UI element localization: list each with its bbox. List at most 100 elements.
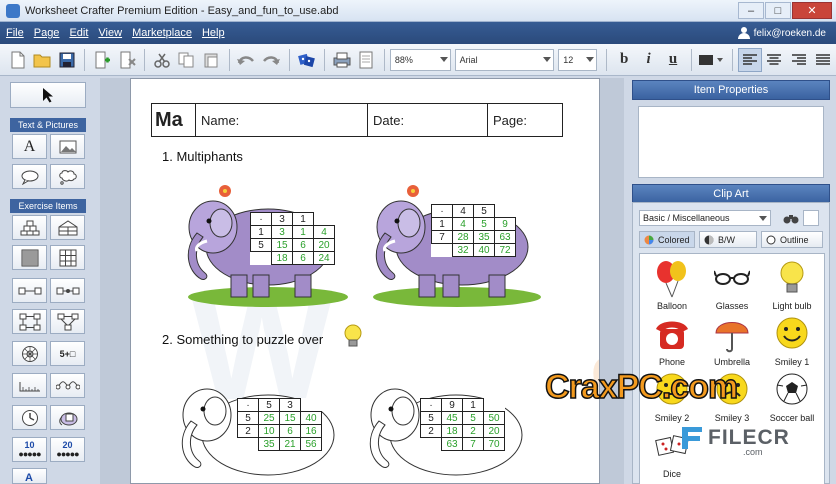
clock-tool-button[interactable] bbox=[12, 405, 47, 430]
clip-light-bulb[interactable]: Light bulb bbox=[762, 256, 822, 311]
grid-cell[interactable]: 18 bbox=[441, 424, 463, 438]
hundred-grid-tool-button[interactable] bbox=[12, 245, 47, 270]
grid-cell[interactable]: 6 bbox=[292, 251, 314, 265]
grid-cell[interactable]: 9 bbox=[441, 398, 463, 412]
new-document-button[interactable] bbox=[6, 48, 29, 72]
grid-cell[interactable]: 3 bbox=[279, 398, 301, 412]
number-line-tool-button[interactable] bbox=[50, 373, 85, 398]
clip-art-search-input[interactable] bbox=[803, 210, 819, 226]
grid-cell[interactable]: · bbox=[250, 212, 272, 226]
underline-button[interactable]: u bbox=[661, 48, 684, 72]
grid-cell[interactable]: 4 bbox=[452, 217, 474, 231]
grid-cell[interactable]: 35 bbox=[473, 230, 495, 244]
grid-cell[interactable]: 16 bbox=[300, 424, 322, 438]
menu-view[interactable]: View bbox=[98, 27, 122, 39]
grid-cell[interactable]: 3 bbox=[271, 225, 293, 239]
table-tool-button[interactable] bbox=[50, 245, 85, 270]
grid-cell[interactable] bbox=[495, 205, 516, 218]
grid-cell[interactable] bbox=[301, 399, 322, 412]
grid-cell[interactable]: 7 bbox=[431, 230, 453, 244]
align-right-button[interactable] bbox=[787, 48, 810, 72]
menu-page[interactable]: Page bbox=[34, 27, 60, 39]
dot-field-20-button[interactable]: 20 ●●●●● bbox=[50, 437, 85, 462]
grid-cell[interactable]: 1 bbox=[250, 225, 272, 239]
letter-tool-button[interactable]: A bbox=[12, 468, 47, 484]
grid-cell[interactable]: 5 bbox=[462, 411, 484, 425]
italic-button[interactable]: i bbox=[637, 48, 660, 72]
binoculars-icon[interactable] bbox=[783, 211, 799, 225]
ruler-tool-button[interactable] bbox=[12, 373, 47, 398]
minimize-button[interactable]: – bbox=[738, 2, 764, 19]
grid-cell[interactable]: 1 bbox=[292, 225, 314, 239]
thought-bubble-tool-button[interactable] bbox=[50, 164, 85, 189]
close-button[interactable]: ✕ bbox=[792, 2, 832, 19]
menu-marketplace[interactable]: Marketplace bbox=[132, 27, 192, 39]
grid-cell[interactable]: 28 bbox=[452, 230, 474, 244]
grid-cell[interactable]: 5 bbox=[473, 217, 495, 231]
multiplication-grid-2[interactable]: · 4 5 1 4 5 9 7 28 35 63 32 40 72 bbox=[431, 204, 516, 257]
align-left-button[interactable] bbox=[738, 47, 762, 72]
bold-button[interactable]: b bbox=[612, 48, 635, 72]
grid-cell[interactable]: 3 bbox=[271, 212, 293, 226]
mode-outline-button[interactable]: Outline bbox=[761, 231, 823, 248]
cut-button[interactable] bbox=[150, 48, 173, 72]
wheel-tool-button[interactable] bbox=[12, 341, 47, 366]
save-button[interactable] bbox=[55, 48, 78, 72]
dice-button[interactable] bbox=[295, 48, 318, 72]
grid-cell[interactable]: 4 bbox=[313, 225, 335, 239]
grid-cell[interactable]: 2 bbox=[237, 424, 259, 438]
grid-cell[interactable]: 4 bbox=[452, 204, 474, 218]
grid-cell[interactable]: · bbox=[431, 204, 453, 218]
grid-cell[interactable]: 10 bbox=[258, 424, 280, 438]
grid-cell[interactable]: 20 bbox=[483, 424, 505, 438]
grid-cell[interactable]: 32 bbox=[452, 243, 474, 257]
grid-cell[interactable]: 63 bbox=[494, 230, 516, 244]
grid-cell[interactable] bbox=[238, 438, 259, 451]
grid-cell[interactable] bbox=[421, 438, 442, 451]
clip-phone[interactable]: Phone bbox=[642, 312, 702, 367]
grid-cell[interactable]: · bbox=[237, 398, 259, 412]
grid-cell[interactable]: 5 bbox=[420, 411, 442, 425]
menu-file[interactable]: File bbox=[6, 27, 24, 39]
multiplication-grid-1[interactable]: · 3 1 1 3 1 4 5 15 6 20 18 6 24 bbox=[250, 212, 335, 265]
grid-cell[interactable]: 72 bbox=[494, 243, 516, 257]
mode-colored-button[interactable]: Colored bbox=[639, 231, 695, 248]
grid-cell[interactable]: 15 bbox=[271, 238, 293, 252]
zoom-select[interactable]: 88% bbox=[389, 48, 451, 71]
page-view-button[interactable] bbox=[354, 48, 377, 72]
picture-tool-button[interactable] bbox=[50, 134, 85, 159]
text-tool-button[interactable]: A bbox=[12, 134, 47, 159]
copy-button[interactable] bbox=[175, 48, 198, 72]
grid-cell[interactable]: 6 bbox=[279, 424, 301, 438]
grid-cell[interactable] bbox=[484, 399, 505, 412]
grid-cell[interactable]: 2 bbox=[420, 424, 442, 438]
dot-field-10-button[interactable]: 10 ●●●●● bbox=[12, 437, 47, 462]
arrow-chain-tool-button[interactable] bbox=[12, 278, 47, 303]
print-button[interactable] bbox=[330, 48, 353, 72]
grid-cell[interactable]: 6 bbox=[292, 238, 314, 252]
grid-cell[interactable]: 9 bbox=[494, 217, 516, 231]
clip-soccer-ball[interactable]: Soccer ball bbox=[762, 368, 822, 423]
worksheet-page[interactable]: Wc Ma Name: Date: Page: 1. Multiphants ·… bbox=[130, 78, 600, 484]
align-center-button[interactable] bbox=[763, 48, 786, 72]
canvas-area[interactable]: Wc Ma Name: Date: Page: 1. Multiphants ·… bbox=[100, 78, 624, 484]
grid-cell[interactable]: 20 bbox=[313, 238, 335, 252]
select-tool-button[interactable] bbox=[10, 82, 86, 108]
clip-balloon[interactable]: Balloon bbox=[642, 256, 702, 311]
grid-cell[interactable]: 5 bbox=[258, 398, 280, 412]
grid-cell[interactable]: 1 bbox=[462, 398, 484, 412]
open-button[interactable] bbox=[30, 48, 53, 72]
clip-art-category-select[interactable]: Basic / Miscellaneous bbox=[639, 210, 771, 226]
maximize-button[interactable]: □ bbox=[765, 2, 791, 19]
grid-cell[interactable]: 24 bbox=[313, 251, 335, 265]
grid-cell[interactable] bbox=[314, 213, 335, 226]
pyramid-tool-button[interactable] bbox=[12, 215, 47, 240]
grid-cell[interactable]: 50 bbox=[483, 411, 505, 425]
menu-help[interactable]: Help bbox=[202, 27, 225, 39]
grid-cell[interactable]: · bbox=[420, 398, 442, 412]
grid-cell[interactable]: 2 bbox=[462, 424, 484, 438]
menu-edit[interactable]: Edit bbox=[69, 27, 88, 39]
text-color-button[interactable] bbox=[697, 48, 726, 72]
grid-cell[interactable]: 1 bbox=[431, 217, 453, 231]
speech-bubble-tool-button[interactable] bbox=[12, 164, 47, 189]
